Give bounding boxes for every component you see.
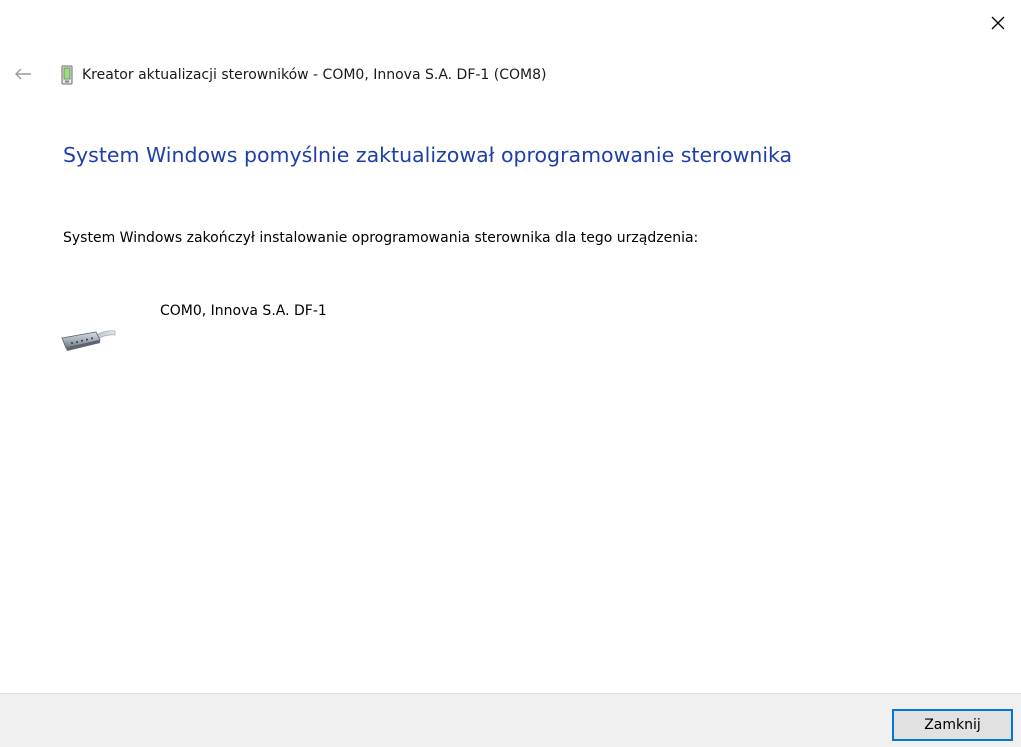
device-name: COM0, Innova S.A. DF-1 [160, 303, 327, 319]
window-close-button[interactable] [983, 10, 1013, 40]
wizard-header: Kreator aktualizacji sterowników - COM0,… [10, 60, 547, 90]
serial-port-icon [58, 322, 116, 356]
install-description: System Windows zakończył instalowanie op… [63, 230, 699, 246]
device-entry: COM0, Innova S.A. DF-1 [58, 300, 558, 360]
device-manager-icon [60, 65, 74, 85]
back-arrow-icon [14, 66, 32, 85]
page-heading: System Windows pomyślnie zaktualizował o… [63, 143, 793, 167]
close-icon [990, 15, 1006, 35]
close-button[interactable]: Zamknij [892, 709, 1013, 741]
back-button[interactable] [10, 62, 36, 88]
wizard-title: Kreator aktualizacji sterowników - COM0,… [82, 67, 547, 83]
wizard-footer: Zamknij [0, 693, 1021, 747]
driver-update-wizard-window: Kreator aktualizacji sterowników - COM0,… [0, 0, 1021, 747]
